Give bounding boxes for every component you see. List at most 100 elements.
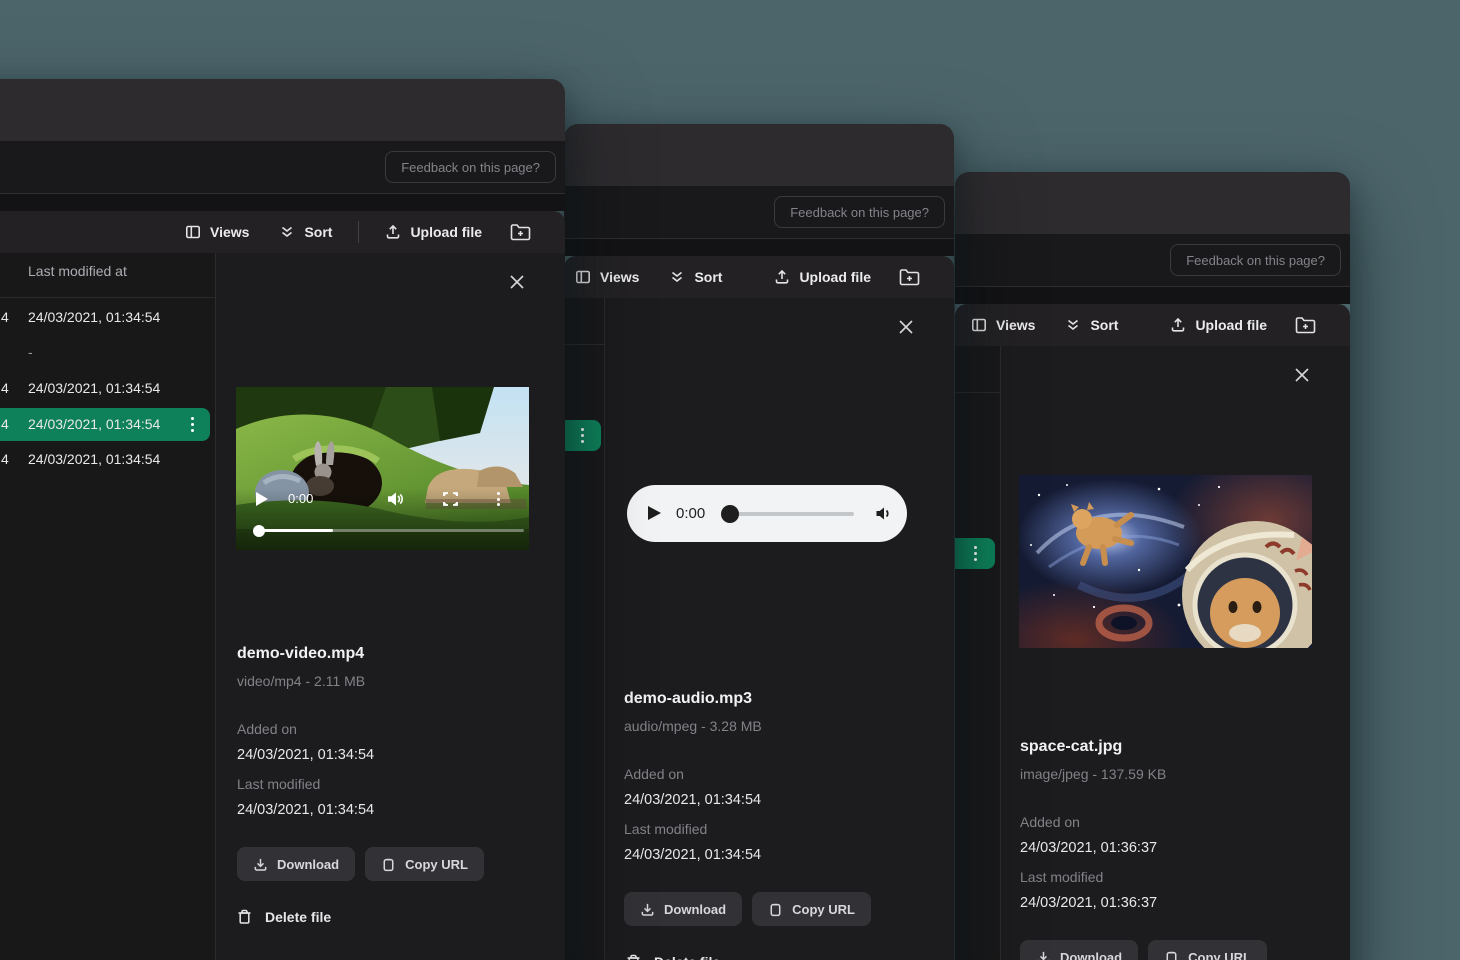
delete-file-button[interactable]: Delete file <box>237 909 331 925</box>
window-titlebar <box>0 79 565 141</box>
window-image: Feedback on this page? Views Sort Upload… <box>955 172 1350 960</box>
row-menu-icon[interactable] <box>573 426 591 446</box>
upload-file-button[interactable]: Upload file <box>385 224 482 240</box>
selected-row-sliver[interactable] <box>564 420 601 451</box>
close-icon[interactable] <box>897 318 915 336</box>
last-modified-value: 24/03/2021, 01:34:54 <box>624 847 761 863</box>
file-name: demo-video.mp4 <box>237 645 364 663</box>
sort-button[interactable]: Sort <box>1065 317 1118 333</box>
row-prefix: 4 <box>1 301 9 334</box>
file-actions: Download Copy URL <box>237 847 484 881</box>
table-row-selected[interactable]: 4 24/03/2021, 01:34:54 <box>0 408 210 441</box>
file-name: demo-audio.mp3 <box>624 690 752 708</box>
close-icon[interactable] <box>508 273 526 291</box>
added-on-value: 24/03/2021, 01:34:54 <box>624 792 761 808</box>
window-body: 0:00 demo-audio.mp3 audio/mpeg - 3.28 MB… <box>564 298 954 960</box>
sort-button[interactable]: Sort <box>669 269 722 285</box>
upload-file-button[interactable]: Upload file <box>1170 317 1267 333</box>
copy-url-button[interactable]: Copy URL <box>1148 940 1267 960</box>
more-options-icon[interactable] <box>495 491 501 507</box>
feedback-button[interactable]: Feedback on this page? <box>385 151 556 183</box>
upload-label: Upload file <box>799 269 871 285</box>
copy-url-label: Copy URL <box>792 902 855 917</box>
file-meta: video/mp4 - 2.11 MB <box>237 673 365 689</box>
sort-icon <box>1065 317 1081 333</box>
seek-thumb[interactable] <box>721 505 739 523</box>
video-controls: 0:00 <box>236 491 529 507</box>
delete-file-label: Delete file <box>654 954 720 960</box>
fullscreen-icon[interactable] <box>442 491 459 507</box>
upload-icon <box>774 269 790 285</box>
last-modified-label: Last modified <box>237 776 320 792</box>
last-modified-label: Last modified <box>1020 869 1103 885</box>
download-label: Download <box>664 902 726 917</box>
trash-icon <box>237 909 252 925</box>
add-folder-button[interactable] <box>510 223 531 241</box>
add-folder-button[interactable] <box>1295 316 1316 334</box>
upload-icon <box>385 224 401 240</box>
row-last-modified: 24/03/2021, 01:34:54 <box>28 443 160 476</box>
sort-button[interactable]: Sort <box>279 224 332 240</box>
file-preview: 0:00 <box>623 427 916 600</box>
download-button[interactable]: Download <box>1020 940 1138 960</box>
table-header-divider <box>564 344 604 345</box>
copy-url-button[interactable]: Copy URL <box>365 847 484 881</box>
toolbar-divider <box>358 221 359 243</box>
upload-label: Upload file <box>1195 317 1267 333</box>
table-row[interactable]: 4 24/03/2021, 01:34:54 <box>0 301 210 334</box>
trash-icon <box>626 954 641 960</box>
play-icon[interactable] <box>648 506 661 520</box>
download-button[interactable]: Download <box>237 847 355 881</box>
add-folder-button[interactable] <box>899 268 920 286</box>
column-header-last-modified: Last modified at <box>28 262 127 280</box>
selected-row-sliver[interactable] <box>955 538 995 569</box>
window-audio: Feedback on this page? Views Sort Upload… <box>564 124 954 960</box>
window-video: Feedback on this page? Views Sort Upload… <box>0 79 565 960</box>
files-table-sliver <box>564 298 604 960</box>
download-icon <box>1036 950 1051 960</box>
volume-icon[interactable] <box>874 504 893 523</box>
upload-icon <box>1170 317 1186 333</box>
download-button[interactable]: Download <box>624 892 742 926</box>
last-modified-value: 24/03/2021, 01:34:54 <box>237 802 374 818</box>
file-detail-panel: 0:00 demo-audio.mp3 audio/mpeg - 3.28 MB… <box>605 298 954 960</box>
added-on-label: Added on <box>1020 814 1080 830</box>
sort-label: Sort <box>304 224 332 240</box>
header-band: Feedback on this page? <box>955 234 1350 287</box>
download-icon <box>253 857 268 872</box>
table-row[interactable]: 4 24/03/2021, 01:34:54 <box>0 372 210 405</box>
views-button[interactable]: Views <box>971 317 1035 333</box>
close-icon[interactable] <box>1293 366 1311 384</box>
seek-thumb[interactable] <box>253 525 265 537</box>
copy-url-button[interactable]: Copy URL <box>752 892 871 926</box>
upload-label: Upload file <box>410 224 482 240</box>
row-menu-icon[interactable] <box>183 415 201 435</box>
row-last-modified: - <box>28 336 33 369</box>
feedback-button[interactable]: Feedback on this page? <box>774 196 945 228</box>
audio-seekbar[interactable] <box>722 512 854 516</box>
copy-url-label: Copy URL <box>405 857 468 872</box>
video-time: 0:00 <box>288 491 313 506</box>
upload-file-button[interactable]: Upload file <box>774 269 871 285</box>
download-label: Download <box>277 857 339 872</box>
feedback-button[interactable]: Feedback on this page? <box>1170 244 1341 276</box>
table-row[interactable]: - <box>0 336 210 369</box>
file-detail-panel: space-cat.jpg image/jpeg - 137.59 KB Add… <box>1001 346 1350 960</box>
files-table: Last modified at 4 24/03/2021, 01:34:54 … <box>0 253 215 960</box>
delete-file-button[interactable]: Delete file <box>626 954 720 960</box>
file-preview: 0:00 <box>236 382 529 555</box>
views-button[interactable]: Views <box>575 269 639 285</box>
file-actions: Download Copy URL <box>624 892 871 926</box>
table-row[interactable]: 4 24/03/2021, 01:34:54 <box>0 443 210 476</box>
volume-icon[interactable] <box>387 491 404 507</box>
play-icon[interactable] <box>256 492 268 506</box>
file-meta: audio/mpeg - 3.28 MB <box>624 718 762 734</box>
views-button[interactable]: Views <box>185 224 249 240</box>
video-seekbar[interactable] <box>254 529 524 532</box>
file-actions: Download Copy URL <box>1020 940 1267 960</box>
row-menu-icon[interactable] <box>966 544 984 564</box>
download-label: Download <box>1060 950 1122 960</box>
window-body: space-cat.jpg image/jpeg - 137.59 KB Add… <box>955 346 1350 960</box>
row-prefix: 4 <box>1 408 9 441</box>
row-prefix: 4 <box>1 443 9 476</box>
